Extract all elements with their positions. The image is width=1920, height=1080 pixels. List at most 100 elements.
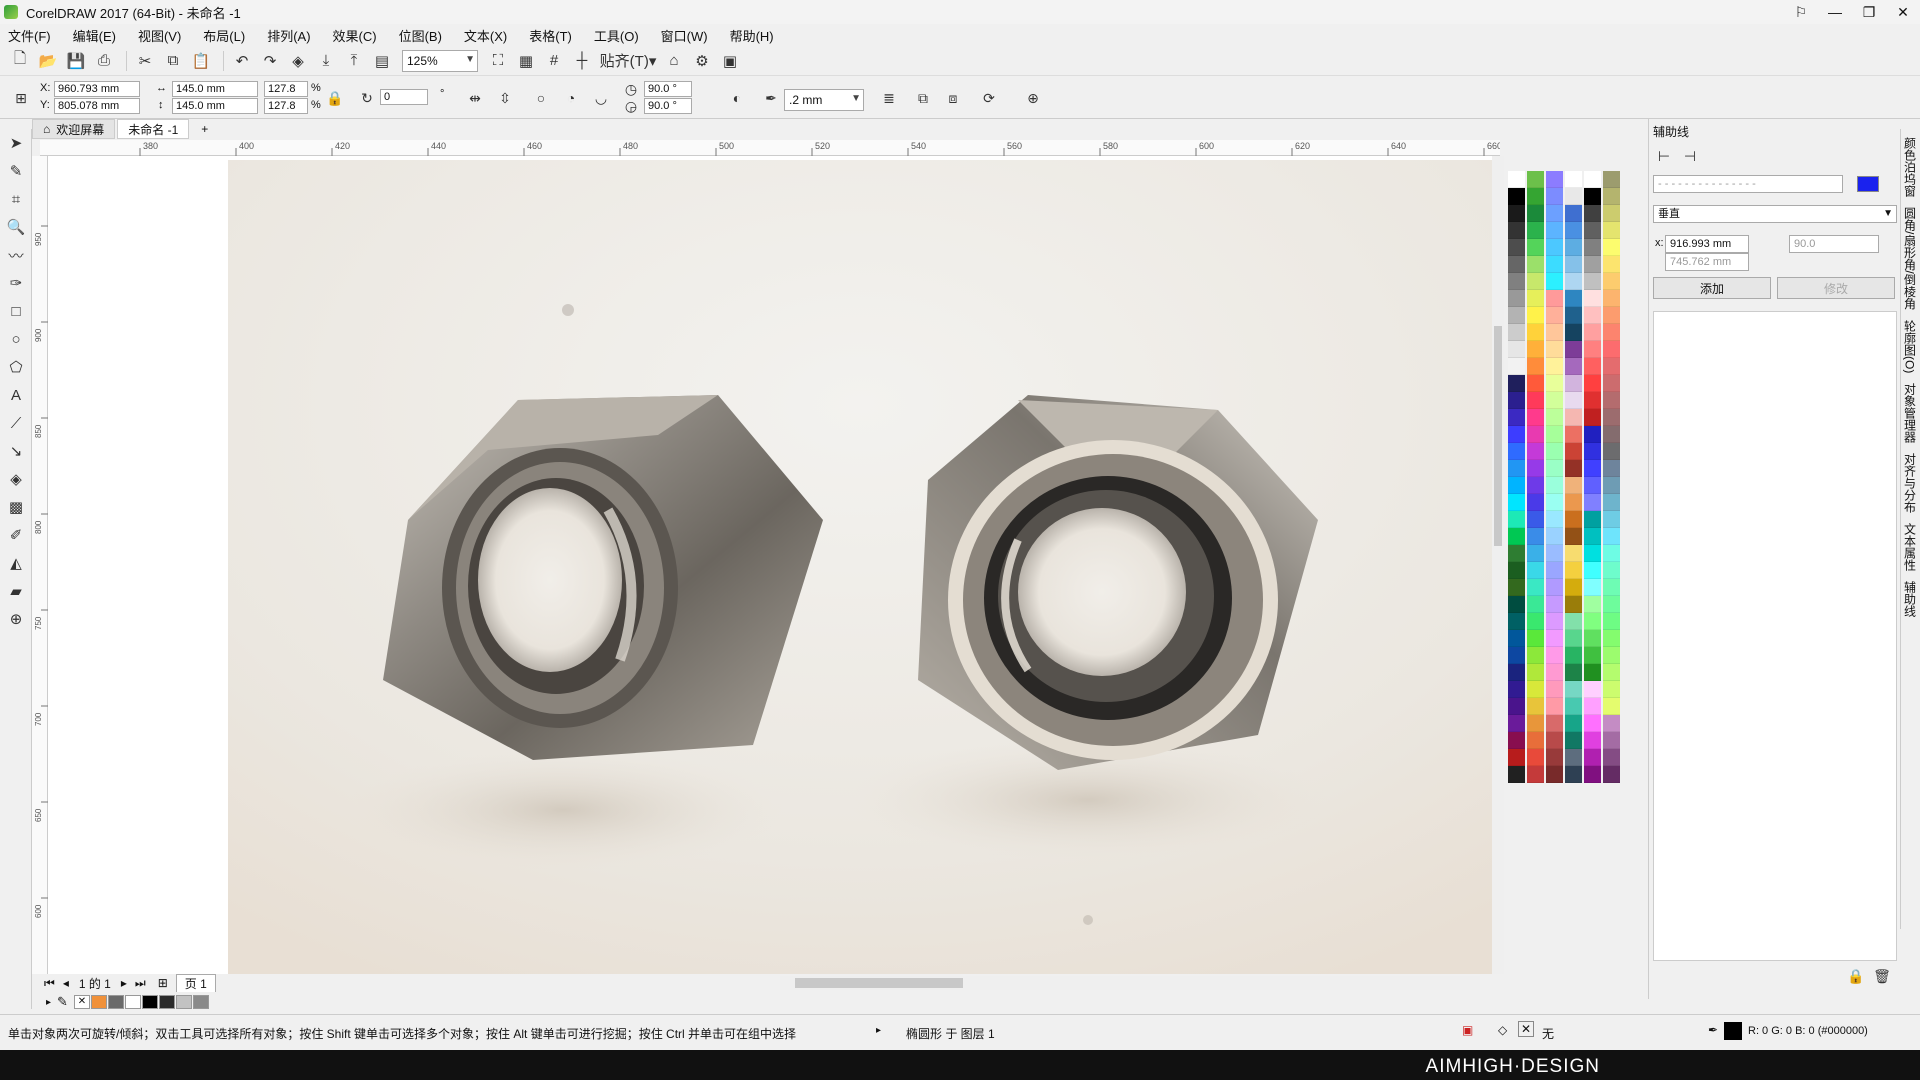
menu-bitmaps[interactable]: 位图(B)	[399, 26, 442, 45]
palette-swatch[interactable]	[1527, 477, 1544, 494]
eyedropper-tool-icon[interactable]: ✐	[0, 521, 32, 549]
blend-tool-icon[interactable]: ◈	[0, 465, 32, 493]
palette-swatch[interactable]	[1584, 290, 1601, 307]
menu-view[interactable]: 视图(V)	[138, 26, 181, 45]
arc-icon[interactable]: ◡	[590, 87, 612, 109]
palette-swatch[interactable]	[1565, 205, 1582, 222]
add-tool-icon[interactable]: ⊕	[0, 605, 32, 633]
palette-swatch[interactable]	[1527, 324, 1544, 341]
vertical-scrollbar[interactable]	[1492, 156, 1504, 974]
start-angle-field[interactable]: 90.0 °	[644, 81, 692, 97]
palette-menu-icon[interactable]: ▸	[46, 997, 51, 1008]
palette-swatch[interactable]	[1546, 596, 1563, 613]
palette-swatch[interactable]	[1527, 171, 1544, 188]
rotation-angle-field[interactable]: 0	[380, 89, 428, 105]
palette-swatch[interactable]	[1527, 341, 1544, 358]
options-gear-icon[interactable]: ⚙	[690, 49, 714, 73]
palette-swatch[interactable]	[1584, 477, 1601, 494]
palette-swatch[interactable]	[1584, 511, 1601, 528]
scale-y-field[interactable]: 127.8	[264, 98, 308, 114]
palette-swatch[interactable]	[1527, 545, 1544, 562]
palette-swatch[interactable]	[1508, 732, 1525, 749]
palette-swatch[interactable]	[1527, 647, 1544, 664]
palette-swatch[interactable]	[1546, 630, 1563, 647]
orientation-select[interactable]: 垂直 ▼	[1653, 205, 1897, 223]
palette-swatch[interactable]	[1603, 562, 1620, 579]
palette-swatch[interactable]	[1508, 409, 1525, 426]
prev-page-icon[interactable]: ◂	[63, 976, 69, 990]
palette-swatch[interactable]	[1508, 579, 1525, 596]
palette-swatch[interactable]	[1565, 426, 1582, 443]
palette-swatch[interactable]	[1603, 477, 1620, 494]
palette-swatch[interactable]	[1603, 443, 1620, 460]
palette-swatch[interactable]	[1603, 392, 1620, 409]
palette-swatch[interactable]	[1565, 477, 1582, 494]
palette-swatch[interactable]	[1527, 290, 1544, 307]
palette-swatch[interactable]	[1565, 698, 1582, 715]
palette-swatch[interactable]	[1603, 188, 1620, 205]
palette-swatch[interactable]	[1527, 307, 1544, 324]
palette-swatch[interactable]	[1603, 749, 1620, 766]
side-tab-align[interactable]: 对齐与分布	[1903, 453, 1919, 513]
smart-fill-icon[interactable]: ▰	[0, 577, 32, 605]
add-icon[interactable]: ⊕	[1022, 87, 1044, 109]
palette-swatch[interactable]	[1527, 766, 1544, 783]
palette-swatch[interactable]	[1508, 596, 1525, 613]
width-field[interactable]: 145.0 mm	[172, 81, 258, 97]
palette-swatch[interactable]	[1584, 358, 1601, 375]
palette-swatch[interactable]	[1584, 239, 1601, 256]
palette-swatch[interactable]	[1546, 562, 1563, 579]
palette-swatch[interactable]	[1603, 239, 1620, 256]
palette-swatch[interactable]	[1584, 341, 1601, 358]
palette-swatch[interactable]	[1603, 681, 1620, 698]
palette-swatch[interactable]	[1603, 256, 1620, 273]
palette-swatch[interactable]	[1508, 766, 1525, 783]
palette-swatch[interactable]	[1603, 460, 1620, 477]
palette-swatch[interactable]	[1603, 222, 1620, 239]
welcome-screen-icon[interactable]: ⌂	[662, 49, 686, 73]
palette-swatch[interactable]	[1584, 545, 1601, 562]
color-swatch[interactable]	[107, 995, 124, 1009]
interactive-fill-icon[interactable]: ◭	[0, 549, 32, 577]
vertical-ruler[interactable]: 950900850800750700650600550500	[32, 156, 48, 1014]
minimize-button[interactable]: —	[1818, 0, 1852, 24]
guide-y-field[interactable]: 745.762 mm	[1665, 253, 1749, 271]
palette-swatch[interactable]	[1508, 511, 1525, 528]
palette-swatch[interactable]	[1565, 256, 1582, 273]
palette-swatch[interactable]	[1508, 273, 1525, 290]
palette-swatch[interactable]	[1603, 630, 1620, 647]
menu-text[interactable]: 文本(X)	[464, 26, 507, 45]
palette-swatch[interactable]	[1508, 460, 1525, 477]
tab-welcome[interactable]: ⌂ 欢迎屏幕	[32, 119, 116, 139]
color-swatch[interactable]	[124, 995, 141, 1009]
palette-swatch[interactable]	[1527, 732, 1544, 749]
palette-swatch[interactable]	[1565, 545, 1582, 562]
palette-swatch[interactable]	[1546, 392, 1563, 409]
palette-swatch[interactable]	[1546, 307, 1563, 324]
palette-swatch[interactable]	[1527, 715, 1544, 732]
palette-swatch[interactable]	[1584, 715, 1601, 732]
tab-document[interactable]: 未命名 -1	[117, 119, 190, 139]
feedback-icon[interactable]: ⚐	[1784, 0, 1818, 24]
palette-swatch[interactable]	[1565, 511, 1582, 528]
palette-swatch[interactable]	[1527, 749, 1544, 766]
palette-swatch[interactable]	[1546, 341, 1563, 358]
text-tool-icon[interactable]: A	[0, 381, 32, 409]
photo-two-nylon-lock-nuts[interactable]	[228, 160, 1492, 974]
pick-tool-icon[interactable]: ➤	[0, 129, 32, 157]
palette-swatch[interactable]	[1546, 188, 1563, 205]
redo-icon[interactable]: ↷	[258, 49, 282, 73]
palette-swatch[interactable]	[1565, 681, 1582, 698]
transparency-tool-icon[interactable]: ▩	[0, 493, 32, 521]
palette-swatch[interactable]	[1565, 664, 1582, 681]
page-tab-1[interactable]: 页 1	[175, 973, 216, 993]
palette-swatch[interactable]	[1546, 732, 1563, 749]
palette-swatch[interactable]	[1527, 188, 1544, 205]
palette-swatch[interactable]	[1584, 630, 1601, 647]
save-icon[interactable]: 💾	[64, 49, 88, 73]
palette-swatch[interactable]	[1584, 698, 1601, 715]
palette-swatch[interactable]	[1527, 664, 1544, 681]
crop-tool-icon[interactable]: ⌗	[0, 185, 32, 213]
palette-swatch[interactable]	[1603, 732, 1620, 749]
zoom-tool-icon[interactable]: 🔍	[0, 213, 32, 241]
